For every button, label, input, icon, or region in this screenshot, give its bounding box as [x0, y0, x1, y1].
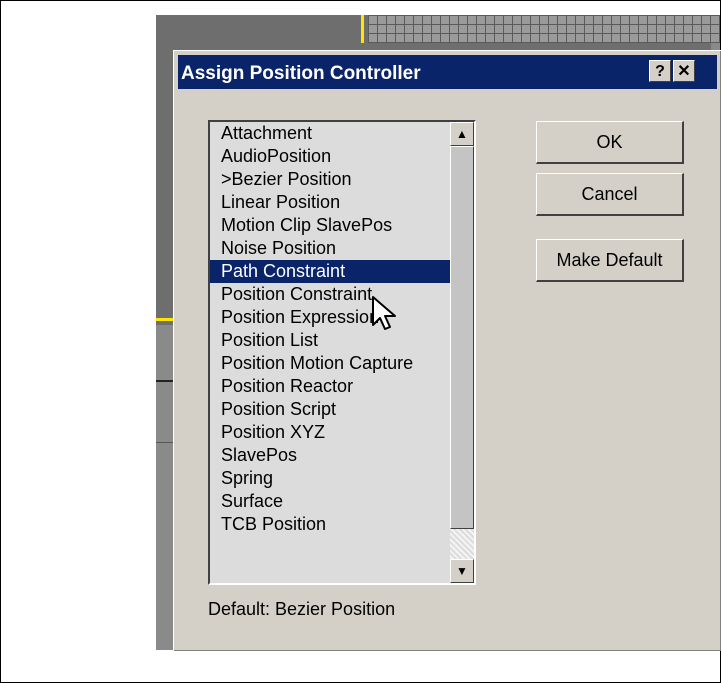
- list-item[interactable]: Path Constraint: [210, 260, 456, 283]
- list-item[interactable]: Position XYZ: [210, 421, 456, 444]
- list-item[interactable]: Linear Position: [210, 191, 456, 214]
- list-item[interactable]: >Bezier Position: [210, 168, 456, 191]
- ok-button[interactable]: OK: [536, 121, 684, 164]
- controller-list-items: Attachment AudioPosition >Bezier Position L…: [210, 122, 456, 536]
- list-item[interactable]: Noise Position: [210, 237, 456, 260]
- list-item[interactable]: Position Reactor: [210, 375, 456, 398]
- scroll-up-icon[interactable]: ▲: [450, 122, 474, 146]
- scroll-thumb[interactable]: [450, 146, 474, 529]
- list-item[interactable]: Motion Clip SlavePos: [210, 214, 456, 237]
- list-item[interactable]: SlavePos: [210, 444, 456, 467]
- list-item[interactable]: Attachment: [210, 122, 456, 145]
- scroll-down-icon[interactable]: ▼: [450, 559, 474, 583]
- dialog-title: Assign Position Controller: [181, 63, 421, 84]
- viewport-grid: [368, 15, 720, 43]
- dialog-titlebar[interactable]: Assign Position Controller ? ✕: [178, 55, 717, 89]
- viewport-active-border: [361, 15, 364, 43]
- list-item[interactable]: Spring: [210, 467, 456, 490]
- list-item[interactable]: Position Motion Capture: [210, 352, 456, 375]
- make-default-button[interactable]: Make Default: [536, 239, 684, 282]
- close-button[interactable]: ✕: [673, 60, 695, 82]
- list-scrollbar[interactable]: ▲ ▼: [450, 122, 474, 583]
- list-item[interactable]: Position List: [210, 329, 456, 352]
- assign-position-controller-dialog: Assign Position Controller ? ✕ Attachmen…: [173, 50, 721, 651]
- default-controller-label: Default: Bezier Position: [208, 599, 396, 619]
- list-item[interactable]: AudioPosition: [210, 145, 456, 168]
- list-item[interactable]: TCB Position: [210, 513, 456, 536]
- mouse-cursor-icon: [372, 296, 396, 330]
- list-item[interactable]: Position Constraint: [210, 283, 456, 306]
- controller-list[interactable]: Attachment AudioPosition >Bezier Position L…: [208, 120, 476, 585]
- cancel-button[interactable]: Cancel: [536, 173, 684, 216]
- help-button[interactable]: ?: [649, 60, 671, 82]
- list-item[interactable]: Surface: [210, 490, 456, 513]
- list-item[interactable]: Position Expression: [210, 306, 456, 329]
- list-item[interactable]: Position Script: [210, 398, 456, 421]
